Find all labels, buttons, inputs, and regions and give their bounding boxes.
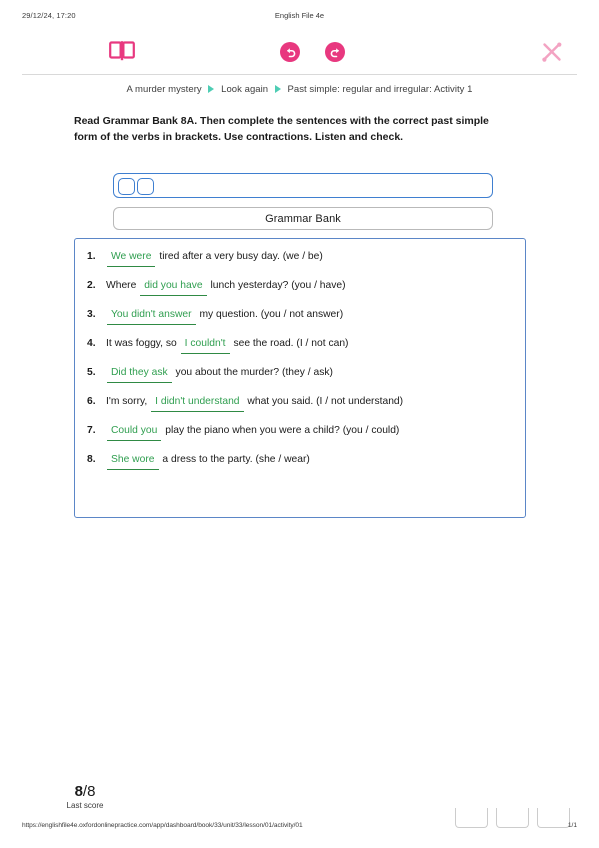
redo-button[interactable] (322, 39, 348, 65)
stop-button-icon[interactable] (137, 177, 154, 195)
print-page-number: 1/1 (567, 822, 577, 829)
grammar-book-button[interactable] (105, 36, 139, 66)
activity-instruction: Read Grammar Bank 8A. Then complete the … (74, 115, 489, 143)
open-book-icon (109, 41, 135, 61)
print-url: https://englishfile4e.oxfordonlinepracti… (22, 822, 303, 829)
question-row: 7. Could you play the piano when you wer… (87, 423, 515, 441)
play-button-icon[interactable] (118, 177, 135, 195)
answer-blank[interactable]: We were (107, 249, 156, 267)
question-number: 8. (87, 454, 96, 465)
grammar-bank-label: Grammar Bank (265, 212, 341, 225)
breadcrumb-item-section[interactable]: Look again (221, 84, 268, 95)
question-suffix: play the piano when you were a child? (y… (165, 425, 400, 436)
question-suffix: you about the murder? (they / ask) (175, 367, 333, 378)
question-suffix: a dress to the party. (she / wear) (162, 454, 310, 465)
question-list: 1. We were tired after a very busy day. … (87, 249, 515, 470)
print-header: 29/12/24, 17:20 English File 4e (0, 11, 599, 25)
answer-blank[interactable]: Could you (107, 423, 162, 441)
audio-player-bar[interactable] (113, 173, 493, 198)
answer-blank[interactable]: She wore (107, 452, 159, 470)
grammar-bank-button[interactable]: Grammar Bank (113, 207, 493, 230)
answer-blank[interactable]: Did they ask (107, 365, 172, 383)
chevron-right-icon (208, 85, 215, 93)
chevron-right-icon (274, 85, 281, 93)
question-row: 1. We were tired after a very busy day. … (87, 249, 515, 267)
action-button-group (455, 808, 575, 828)
question-number: 3. (87, 309, 96, 320)
answer-blank[interactable]: did you have (140, 278, 207, 296)
breadcrumb-item-unit[interactable]: A murder mystery (126, 84, 201, 95)
question-prefix: I'm sorry, (106, 396, 148, 407)
question-number: 5. (87, 367, 96, 378)
question-suffix: what you said. (I / not understand) (247, 396, 404, 407)
magic-wand-pencil-icon (542, 42, 562, 62)
print-footer: https://englishfile4e.oxfordonlinepracti… (0, 822, 599, 834)
breadcrumb-item-activity: Past simple: regular and irregular: Acti… (287, 84, 473, 95)
undo-circle (280, 42, 300, 62)
question-row: 8. She wore a dress to the party. (she /… (87, 452, 515, 470)
question-row: 4. It was foggy, so I couldn't see the r… (87, 336, 515, 354)
question-number: 2. (87, 280, 96, 291)
breadcrumb: A murder mystery Look again Past simple:… (0, 84, 599, 95)
score-value: 8/8 (55, 784, 115, 800)
redo-arrow-icon (330, 47, 339, 57)
redo-circle (325, 42, 345, 62)
score-total: /8 (82, 783, 96, 800)
undo-button[interactable] (277, 39, 303, 65)
question-number: 4. (87, 338, 96, 349)
question-suffix: tired after a very busy day. (we / be) (159, 251, 323, 262)
question-number: 7. (87, 425, 96, 436)
activity-toolbar (22, 30, 577, 75)
answer-blank[interactable]: I couldn't (180, 336, 230, 354)
last-score-block: 8/8 Last score (55, 784, 115, 811)
question-number: 1. (87, 251, 96, 262)
score-label: Last score (66, 801, 104, 810)
question-prefix: Where (106, 280, 137, 291)
undo-arrow-icon (286, 47, 295, 57)
question-suffix: my question. (you / not answer) (199, 309, 344, 320)
question-number: 6. (87, 396, 96, 407)
question-prefix: It was foggy, so (106, 338, 177, 349)
score-earned: 8 (74, 783, 83, 800)
answer-blank[interactable]: I didn't understand (151, 394, 244, 412)
print-title: English File 4e (274, 11, 325, 20)
question-row: 2. Where did you have lunch yesterday? (… (87, 278, 515, 296)
question-row: 6. I'm sorry, I didn't understand what y… (87, 394, 515, 412)
question-row: 3. You didn't answer my question. (you /… (87, 307, 515, 325)
exercise-panel: 1. We were tired after a very busy day. … (74, 238, 526, 518)
question-suffix: see the road. (I / not can) (233, 338, 349, 349)
question-row: 5. Did they ask you about the murder? (t… (87, 365, 515, 383)
annotate-tools-button[interactable] (537, 37, 567, 67)
question-suffix: lunch yesterday? (you / have) (210, 280, 346, 291)
answer-blank[interactable]: You didn't answer (107, 307, 196, 325)
